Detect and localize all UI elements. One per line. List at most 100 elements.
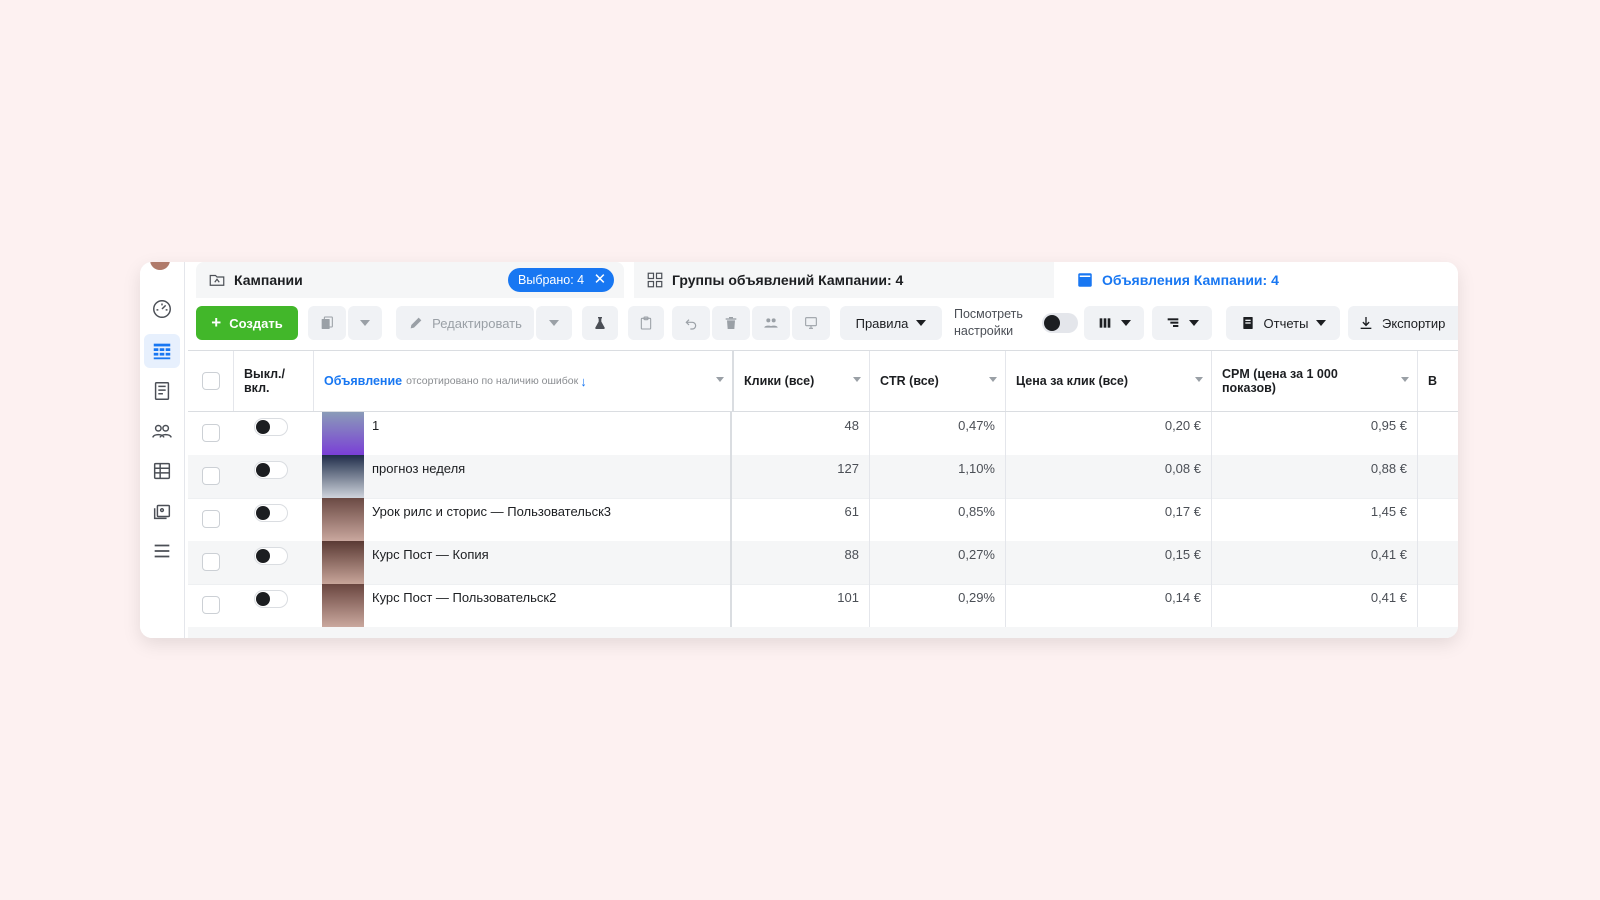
audiences-icon[interactable]	[144, 414, 180, 448]
header-ad-name[interactable]: Объявление отсортировано по наличию ошиб…	[314, 351, 734, 411]
reports-button[interactable]: Отчеты	[1226, 306, 1340, 340]
tab-campaigns[interactable]: Кампании Выбрано: 4 ✕	[196, 262, 624, 298]
row-toggle-cell	[234, 498, 314, 541]
ad-name-cell: Курс Пост — Копия	[322, 541, 732, 584]
ab-test-button[interactable]	[582, 306, 618, 340]
header-cpm-line-2: показов)	[1222, 381, 1276, 395]
reports-icon	[1242, 317, 1253, 329]
menu-icon[interactable]	[144, 534, 180, 568]
delete-button[interactable]	[712, 306, 750, 340]
header-ctr[interactable]: CTR (все)	[870, 351, 1006, 411]
selected-count-label: Выбрано: 4	[518, 273, 585, 287]
column-menu-icon[interactable]	[853, 377, 861, 382]
share-button[interactable]	[792, 306, 830, 340]
chevron-down-icon	[360, 320, 370, 326]
table-row[interactable]: Урок рилс и сторис — Пользовательск3 61 0,…	[188, 498, 1458, 542]
row-toggle-cell	[234, 412, 314, 455]
billing-icon[interactable]	[144, 454, 180, 488]
table-row[interactable]: Курс Пост — Копия 88 0,27% 0,15 €0,41 €	[188, 541, 1458, 585]
column-menu-icon[interactable]	[1401, 377, 1409, 382]
undo-icon	[685, 319, 697, 330]
columns-icon	[1099, 318, 1111, 328]
tab-ads-label: Объявления Кампании: 4	[1102, 272, 1279, 288]
columns-button[interactable]	[1084, 306, 1144, 340]
table-row-partial[interactable]	[188, 627, 1458, 638]
ad-thumbnail[interactable]	[322, 455, 364, 498]
row-checkbox[interactable]	[202, 467, 220, 485]
ads-table: Выкл./ вкл. Объявление отсортировано по …	[188, 350, 1458, 638]
close-icon[interactable]: ✕	[594, 271, 607, 289]
pages-icon[interactable]	[144, 374, 180, 408]
ads-table-icon[interactable]	[144, 334, 180, 368]
table-row[interactable]: прогноз неделя 127 1,10% 0,08 €0,88 €	[188, 455, 1458, 499]
tab-ad-sets[interactable]: Группы объявлений Кампании: 4	[634, 262, 1054, 298]
edit-dropdown[interactable]	[536, 306, 572, 340]
preview-settings-toggle[interactable]	[1042, 313, 1078, 333]
header-cpc[interactable]: Цена за клик (все)	[1006, 351, 1212, 411]
header-toggle-line-2: вкл.	[244, 381, 270, 395]
edit-button[interactable]: Редактировать	[396, 306, 534, 340]
ad-name[interactable]: прогноз неделя	[372, 461, 465, 476]
preview-line-2: настройки	[954, 324, 1014, 338]
ad-status-toggle[interactable]	[254, 504, 288, 522]
ad-name[interactable]: Курс Пост — Копия	[372, 547, 489, 562]
column-menu-icon[interactable]	[716, 377, 724, 382]
column-menu-icon[interactable]	[989, 377, 997, 382]
row-toggle-cell	[234, 455, 314, 498]
ctr-cell: 0,29%	[870, 584, 1006, 627]
chevron-down-icon	[1121, 320, 1131, 326]
clicks-cell: 127	[734, 455, 870, 498]
duplicate-button[interactable]	[308, 306, 346, 340]
ctr-cell: 0,27%	[870, 541, 1006, 584]
header-partial-column[interactable]: В	[1418, 351, 1458, 411]
tab-ads[interactable]: Объявления Кампании: 4	[1064, 262, 1458, 298]
table-row[interactable]: 1 48 0,47% 0,20 €0,95 €	[188, 412, 1458, 456]
clipboard-button[interactable]	[628, 306, 664, 340]
ad-name[interactable]: 1	[372, 418, 379, 433]
row-checkbox[interactable]	[202, 553, 220, 571]
ad-thumbnail[interactable]	[322, 584, 364, 627]
table-row[interactable]: Курс Пост — Пользовательск2 101 0,29% 0,14 …	[188, 584, 1458, 628]
cpm-cell: 1,45 €	[1212, 498, 1418, 541]
export-label: Экспортир	[1382, 315, 1446, 331]
header-toggle[interactable]: Выкл./ вкл.	[234, 351, 314, 411]
column-menu-icon[interactable]	[1195, 377, 1203, 382]
clicks-cell: 61	[734, 498, 870, 541]
header-cpm[interactable]: CPM (цена за 1 000 показов)	[1212, 351, 1418, 411]
ad-name-cell: Урок рилс и сторис — Пользовательск3	[322, 498, 732, 541]
row-checkbox[interactable]	[202, 424, 220, 442]
ad-thumbnail[interactable]	[322, 412, 364, 455]
ad-status-toggle[interactable]	[254, 547, 288, 565]
preview-settings-label: Посмотреть настройки	[954, 306, 1023, 340]
header-clicks[interactable]: Клики (все)	[734, 351, 870, 411]
create-button[interactable]: + Создать	[196, 306, 298, 340]
media-library-icon[interactable]	[144, 494, 180, 528]
ad-thumbnail[interactable]	[322, 541, 364, 584]
ad-thumbnail[interactable]	[322, 498, 364, 541]
breakdown-button[interactable]	[1152, 306, 1212, 340]
export-button[interactable]: Экспортир	[1348, 306, 1458, 340]
row-checkbox-cell	[202, 412, 232, 455]
row-checkbox[interactable]	[202, 510, 220, 528]
select-all-checkbox[interactable]	[201, 372, 220, 390]
undo-button[interactable]	[672, 306, 710, 340]
ad-status-toggle[interactable]	[254, 461, 288, 479]
audience-button[interactable]	[752, 306, 790, 340]
cpm-cell: 0,88 €	[1212, 455, 1418, 498]
create-label: Создать	[229, 315, 283, 331]
ad-status-toggle[interactable]	[254, 418, 288, 436]
row-checkbox[interactable]	[202, 596, 220, 614]
rules-button[interactable]: Правила	[840, 306, 942, 340]
avatar[interactable]	[150, 262, 170, 270]
selected-count-chip[interactable]: Выбрано: 4 ✕	[508, 268, 615, 292]
dashboard-icon[interactable]	[144, 292, 180, 326]
duplicate-dropdown[interactable]	[348, 306, 382, 340]
ad-name[interactable]: Курс Пост — Пользовательск2	[372, 590, 556, 605]
ad-name[interactable]: Урок рилс и сторис — Пользовательск3	[372, 504, 611, 519]
ad-status-toggle[interactable]	[254, 590, 288, 608]
chevron-down-icon	[1189, 320, 1199, 326]
cpc-cell: 0,08 €	[1006, 455, 1212, 498]
level-tabs: Кампании Выбрано: 4 ✕ Группы объявлений …	[196, 262, 1458, 298]
left-nav-rail	[140, 262, 185, 638]
cpc-cell: 0,17 €	[1006, 498, 1212, 541]
